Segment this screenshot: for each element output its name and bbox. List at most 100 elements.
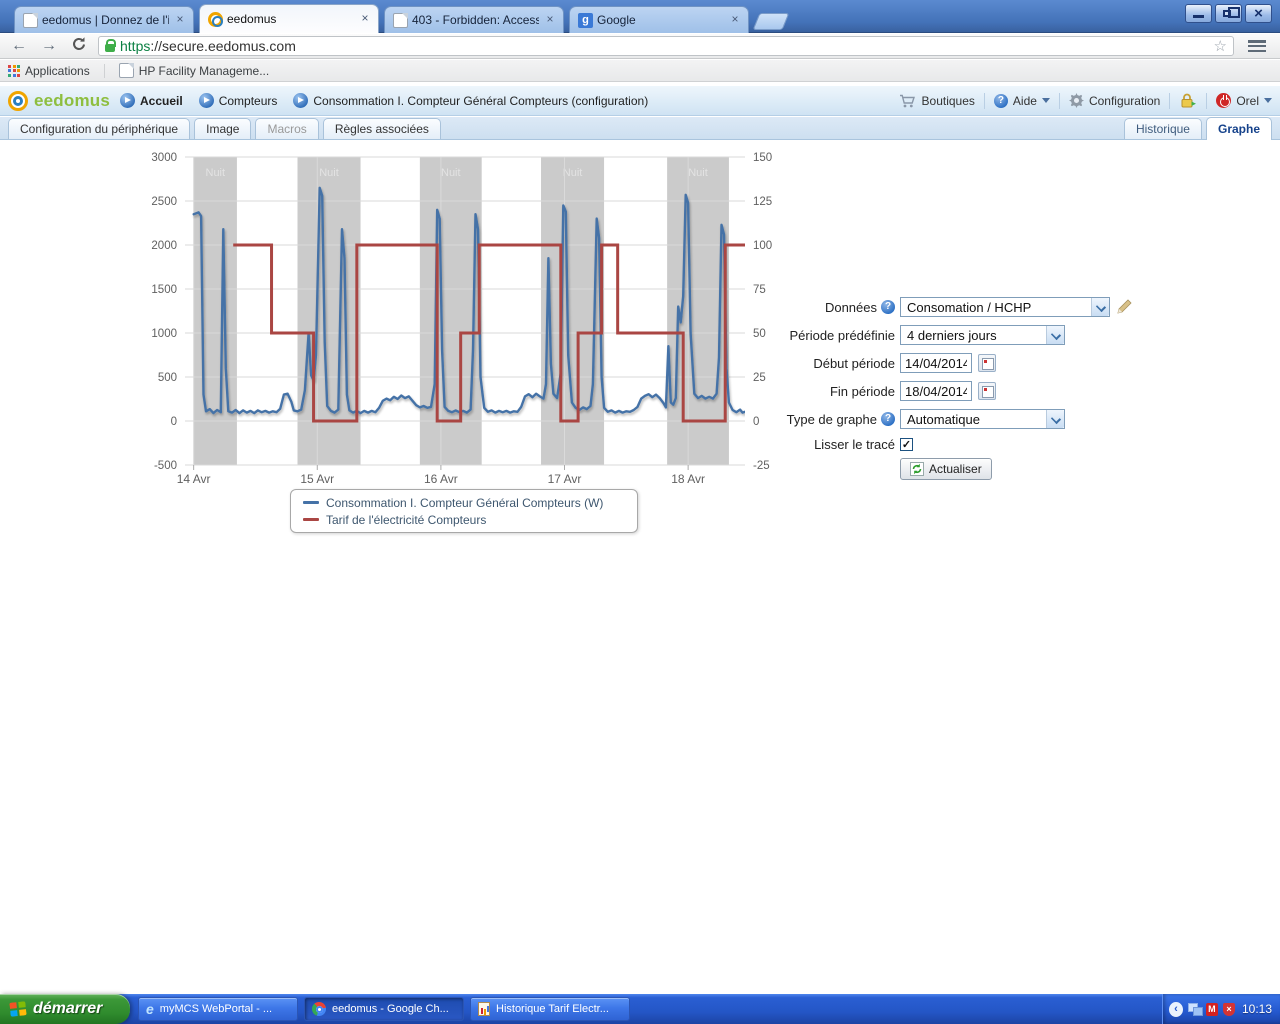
reload-button[interactable] — [68, 36, 90, 56]
browser-tab-1[interactable]: eedomus | Donnez de l'intelli — [14, 6, 194, 33]
forward-button[interactable] — [38, 36, 60, 56]
bookmark-star-icon[interactable] — [1214, 37, 1227, 55]
tray-chevron-icon[interactable] — [1169, 1002, 1183, 1017]
tab-close-icon[interactable] — [358, 12, 372, 26]
new-tab-button[interactable] — [753, 13, 790, 30]
edit-pencil-icon[interactable] — [1116, 299, 1132, 315]
restore-button[interactable] — [1215, 4, 1242, 23]
breadcrumb-device-config[interactable]: Consommation I. Compteur Général Compteu… — [293, 93, 648, 108]
taskbar-button-historique[interactable]: Historique Tarif Electr... — [470, 997, 630, 1021]
browser-tab-2-active[interactable]: eedomus — [199, 4, 379, 33]
start-button[interactable]: démarrer — [0, 994, 130, 1024]
svg-text:-25: -25 — [753, 460, 770, 472]
configuration-button[interactable]: Configuration — [1069, 93, 1160, 108]
user-label: Orel — [1236, 94, 1259, 108]
address-bar[interactable]: https://secure.eedomus.com — [98, 36, 1234, 56]
network-icon[interactable] — [1188, 1003, 1201, 1015]
boutiques-button[interactable]: Boutiques — [899, 94, 975, 108]
calendar-icon[interactable] — [978, 382, 996, 400]
windows-taskbar: démarrer myMCS WebPortal - ... eedomus -… — [0, 994, 1280, 1024]
actualiser-label: Actualiser — [929, 462, 982, 476]
legend-label: Tarif de l'électricité Compteurs — [326, 513, 486, 527]
security-alert-icon[interactable] — [1223, 1003, 1235, 1016]
tab-configuration-peripherique[interactable]: Configuration du périphérique — [8, 118, 190, 139]
minimize-button[interactable] — [1185, 4, 1212, 23]
eedomus-brand[interactable]: eedomus — [8, 91, 120, 111]
site-header: eedomus Accueil Compteurs Consommation I… — [0, 86, 1280, 116]
task-label: myMCS WebPortal - ... — [160, 1003, 272, 1015]
breadcrumb-compteurs[interactable]: Compteurs — [199, 93, 278, 108]
chevron-down-icon[interactable] — [1046, 326, 1064, 344]
lisser-checkbox[interactable] — [900, 438, 913, 451]
bookmark-hp-facility[interactable]: HP Facility Manageme... — [119, 63, 270, 78]
tab-historique[interactable]: Historique — [1124, 118, 1202, 139]
svg-text:14 Avr: 14 Avr — [177, 472, 211, 486]
chevron-down-icon — [1264, 98, 1272, 103]
tab-title: Google — [597, 13, 724, 27]
calendar-icon[interactable] — [978, 354, 996, 372]
fin-date-input[interactable] — [900, 381, 972, 401]
breadcrumb: Accueil Compteurs Consommation I. Compte… — [120, 93, 648, 108]
gear-icon — [1069, 93, 1084, 108]
header-menu: Boutiques Aide Configuration — [899, 93, 1272, 109]
help-icon — [994, 94, 1008, 108]
tab-regles-associees[interactable]: Règles associées — [323, 118, 441, 139]
help-icon[interactable] — [881, 412, 895, 426]
breadcrumb-accueil[interactable]: Accueil — [120, 93, 183, 108]
actualiser-button[interactable]: Actualiser — [900, 458, 992, 480]
taskbar-button-eedomus[interactable]: eedomus - Google Ch... — [304, 997, 464, 1021]
svg-text:150: 150 — [753, 152, 772, 164]
svg-text:0: 0 — [171, 416, 177, 428]
svg-text:125: 125 — [753, 196, 772, 208]
nav-arrow-icon — [293, 93, 308, 108]
tab-image[interactable]: Image — [194, 118, 251, 139]
taskbar-button-mymcs[interactable]: myMCS WebPortal - ... — [138, 997, 298, 1021]
power-user-icon — [1216, 93, 1231, 108]
svg-text:3000: 3000 — [151, 152, 177, 164]
restore-icon — [1223, 10, 1231, 17]
type-graphe-select[interactable]: Automatique — [900, 409, 1065, 429]
tab-graphe[interactable]: Graphe — [1206, 117, 1272, 140]
page-favicon-icon — [119, 63, 134, 78]
close-button[interactable] — [1245, 4, 1272, 23]
antivirus-icon[interactable] — [1206, 1003, 1218, 1016]
chevron-down-icon[interactable] — [1091, 298, 1109, 316]
page-favicon-icon — [23, 13, 38, 28]
form-row-lisser: Lisser le tracé — [769, 433, 1139, 455]
browser-tab-3[interactable]: 403 - Forbidden: Access is d — [384, 6, 564, 33]
windows-logo-icon — [9, 1001, 26, 1017]
legend-item-consommation[interactable]: Consommation I. Compteur Général Compteu… — [303, 496, 625, 510]
svg-text:50: 50 — [753, 328, 766, 340]
chevron-down-icon[interactable] — [1046, 410, 1064, 428]
back-button[interactable] — [8, 36, 30, 56]
bookmark-applications[interactable]: Applications — [8, 64, 90, 78]
form-row-periode: Période prédéfinie 4 derniers jours — [769, 321, 1139, 349]
form-row-type: Type de graphe Automatique — [769, 405, 1139, 433]
reload-icon — [71, 36, 87, 52]
tab-close-icon[interactable] — [173, 13, 187, 27]
menu-divider — [984, 93, 985, 109]
browser-tab-4[interactable]: Google — [569, 6, 749, 33]
donnees-value: Consomation / HCHP — [901, 300, 1091, 315]
tab-close-icon[interactable] — [543, 13, 557, 27]
bookmarks-divider — [104, 64, 105, 78]
aide-button[interactable]: Aide — [994, 94, 1050, 108]
https-lock-icon — [105, 44, 115, 52]
legend-item-tarif[interactable]: Tarif de l'électricité Compteurs — [303, 513, 625, 527]
tab-close-icon[interactable] — [728, 13, 742, 27]
periode-select[interactable]: 4 derniers jours — [900, 325, 1065, 345]
debut-date-input[interactable] — [900, 353, 972, 373]
svg-text:18 Avr: 18 Avr — [671, 472, 705, 486]
tab-macros: Macros — [255, 118, 318, 139]
chrome-menu-button[interactable] — [1242, 36, 1272, 56]
help-icon[interactable] — [881, 300, 895, 314]
eedomus-logo-icon — [8, 91, 28, 111]
eedomus-webpage: eedomus Accueil Compteurs Consommation I… — [0, 83, 1280, 994]
lock-icon — [1179, 93, 1197, 108]
site-tab-bar: Configuration du périphérique Image Macr… — [0, 117, 1280, 140]
url-text: https://secure.eedomus.com — [120, 38, 296, 54]
security-lock-button[interactable] — [1179, 93, 1197, 108]
user-orel-button[interactable]: Orel — [1216, 93, 1272, 108]
chevron-down-icon — [1042, 98, 1050, 103]
donnees-select[interactable]: Consomation / HCHP — [900, 297, 1110, 317]
